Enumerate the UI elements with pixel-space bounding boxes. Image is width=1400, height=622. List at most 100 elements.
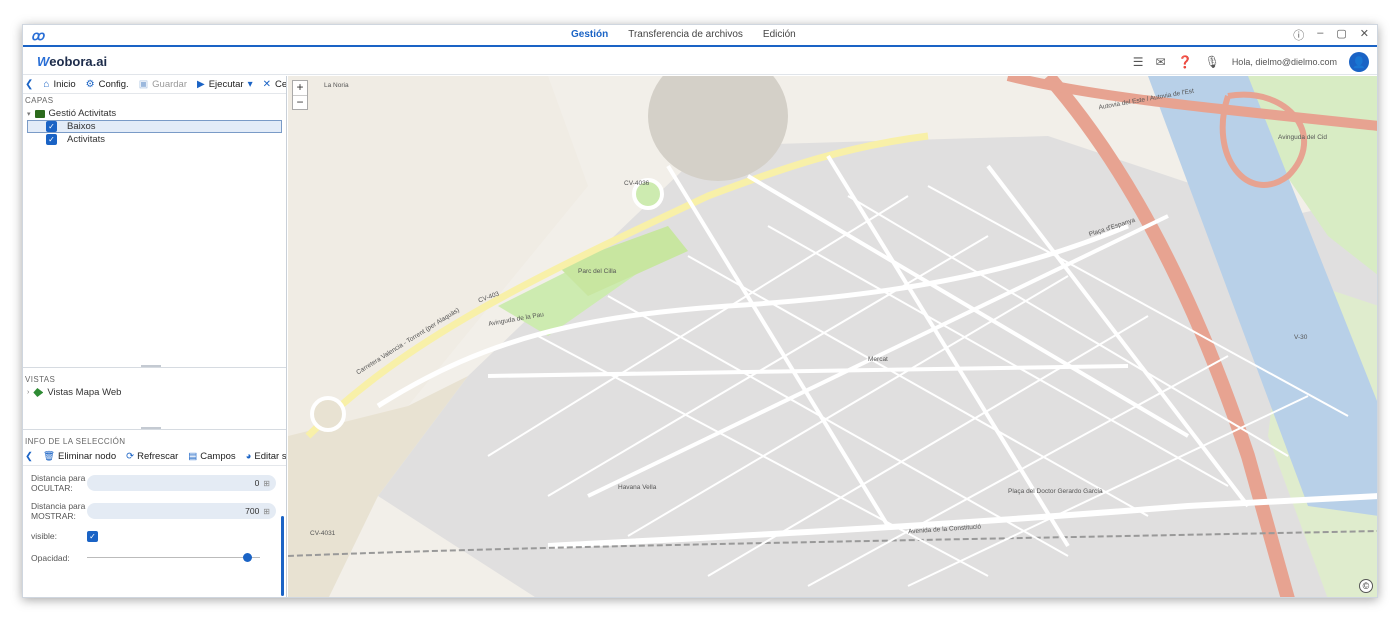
ocultar-field[interactable]: 0 ⊞ <box>87 475 276 491</box>
mostrar-label: Distancia para MOSTRAR: <box>31 501 86 521</box>
campos-label: Campos <box>200 451 236 462</box>
menu-icon[interactable]: ☰ <box>1133 55 1144 69</box>
help-icon[interactable]: ❓ <box>1178 55 1193 69</box>
layer-group[interactable]: ▾ Gestió Activitats <box>27 107 286 120</box>
microphone-icon[interactable]: 🎙 <box>1205 55 1220 69</box>
mostrar-value: 700 <box>245 506 260 516</box>
vistas-section: VISTAS › Vistas Mapa Web <box>23 373 286 429</box>
visible-checkbox[interactable]: ✓ <box>87 530 98 542</box>
opacidad-label: Opacidad: <box>31 553 70 563</box>
chevron-left-icon: ❮ <box>25 451 33 462</box>
layer-label-activitats: Activitats <box>67 134 106 145</box>
layer-item-baixos[interactable]: ✓ Baixos <box>27 120 282 133</box>
play-icon: ▶ <box>197 79 205 90</box>
zoom-out-button[interactable]: − <box>293 95 307 109</box>
slider-track <box>87 557 260 558</box>
selection-form: Distancia para OCULTAR: 0 ⊞ Distancia par… <box>23 466 286 569</box>
refrescar-label: Refrescar <box>137 451 179 462</box>
config-label: Config. <box>98 79 129 90</box>
layer-item-activitats[interactable]: ✓ Activitats <box>27 133 286 146</box>
visible-row: visible: ✓ <box>31 525 280 547</box>
panel-splitter[interactable] <box>23 427 286 435</box>
zoom-in-button[interactable]: + <box>293 81 307 95</box>
opacity-slider[interactable] <box>87 551 260 565</box>
guardar-button[interactable]: ▣ Guardar <box>139 79 187 90</box>
ejecutar-label: Ejecutar <box>208 79 244 90</box>
main-toolbar: ❮ ⌂ Inicio ⚙ Config. ▣ Guardar ▶ Ejecutar ▾ ✕… <box>23 76 286 94</box>
app-window: ꝏ Gestión Transferencia de archivos Edic… <box>22 24 1378 598</box>
copyright-icon[interactable]: © <box>1359 579 1373 593</box>
brand-text: eobora.ai <box>49 54 108 69</box>
app-header: Weobora.ai ☰ ✉ ❓ 🎙 Hola, dielmo@dielmo.c… <box>23 49 1377 75</box>
trash-icon: 🗑 <box>42 451 56 462</box>
minimize-button[interactable]: – <box>1317 27 1323 43</box>
map-label: V-30 <box>1294 334 1308 341</box>
vistas-tree: › Vistas Mapa Web <box>23 386 286 399</box>
layers-tree: ▾ Gestió Activitats ✓ Baixos ✓ Activitat… <box>23 107 286 146</box>
title-bar: ꝏ Gestión Transferencia de archivos Edic… <box>23 25 1377 47</box>
map-label: Havana Vella <box>618 484 657 491</box>
info-toolbar: ❮ 🗑 Eliminar nodo ⟳ Refrescar ▤ Campos ◕ Edi… <box>23 448 286 466</box>
tab-edicion[interactable]: Edición <box>763 29 796 40</box>
close-button[interactable]: ✕ <box>1360 27 1369 43</box>
brand-mark: W <box>37 54 50 69</box>
vista-item[interactable]: › Vistas Mapa Web <box>27 386 286 399</box>
palette-icon: ◕ <box>245 451 252 462</box>
zoom-control: + − <box>292 80 308 110</box>
brand-logo[interactable]: Weobora.ai <box>37 54 107 69</box>
map-view[interactable]: + − La Noria Carretera Valencia - Torren… <box>288 76 1377 597</box>
panel-scrollbar[interactable] <box>281 516 284 596</box>
info-prev-arrow[interactable]: ❮ <box>25 451 33 462</box>
save-icon: ▣ <box>138 79 149 90</box>
mostrar-field[interactable]: 700 ⊞ <box>87 503 276 519</box>
chevron-left-icon: ❮ <box>25 79 34 90</box>
ocultar-row: Distancia para OCULTAR: 0 ⊞ <box>31 469 280 497</box>
slider-knob[interactable] <box>243 553 252 562</box>
app-logo-icon: ꝏ <box>31 28 45 43</box>
ejecutar-button[interactable]: ▶ Ejecutar ▾ <box>197 79 253 90</box>
layers-section: CAPAS ▾ Gestió Activitats ✓ Baixos ✓ Act… <box>23 94 286 367</box>
main-tabs: Gestión Transferencia de archivos Edició… <box>571 29 796 40</box>
window-controls: ⓘ – ▢ ✕ <box>1293 27 1369 43</box>
binoculars-icon: ⌂ <box>43 79 50 90</box>
left-panel: ❮ ⌂ Inicio ⚙ Config. ▣ Guardar ▶ Ejecutar ▾ ✕… <box>23 76 287 597</box>
ruler-icon: ⊞ <box>263 506 270 516</box>
ocultar-label: Distancia para OCULTAR: <box>31 473 86 493</box>
opacidad-row: Opacidad: <box>31 547 280 569</box>
layer-label-baixos: Baixos <box>67 121 96 132</box>
panel-splitter[interactable] <box>23 365 286 373</box>
inicio-label: Inicio <box>53 79 76 90</box>
info-icon[interactable]: ⓘ <box>1293 27 1304 43</box>
tab-gestion[interactable]: Gestión <box>571 29 608 40</box>
checkbox-activitats[interactable]: ✓ <box>46 134 57 145</box>
avatar[interactable]: 👤 <box>1349 52 1369 72</box>
vista-item-label: Vistas Mapa Web <box>47 387 122 398</box>
map-canvas <box>288 76 1377 597</box>
refresh-icon: ⟳ <box>126 451 135 462</box>
toolbar-prev-arrow[interactable]: ❮ <box>25 79 33 90</box>
inicio-button[interactable]: ⌂ Inicio <box>43 79 75 90</box>
config-button[interactable]: ⚙ Config. <box>86 79 129 90</box>
campos-button[interactable]: ▤ Campos <box>188 451 235 462</box>
map-view-icon <box>33 388 44 397</box>
checkbox-baixos[interactable]: ✓ <box>46 121 57 132</box>
eliminar-nodo-button[interactable]: 🗑 Eliminar nodo <box>43 451 116 462</box>
editar-simbologia-button[interactable]: ◕Editar simbología <box>246 451 286 462</box>
map-label: Mercat <box>868 356 888 363</box>
close-icon: ✕ <box>262 79 271 90</box>
info-section-title: INFO DE LA SELECCIÓN <box>25 437 126 446</box>
layers-section-title: CAPAS <box>25 96 54 105</box>
ruler-icon: ⊞ <box>263 478 270 488</box>
mail-icon[interactable]: ✉ <box>1156 55 1166 69</box>
cerrar-label: Cer <box>275 79 286 90</box>
refrescar-button[interactable]: ⟳ Refrescar <box>126 451 178 462</box>
map-label: Parc del Cilla <box>578 268 617 275</box>
map-label: CV-4031 <box>310 530 336 537</box>
caret-icon[interactable]: ▾ <box>27 110 31 118</box>
chevron-down-icon: ▾ <box>247 79 253 90</box>
cerrar-button[interactable]: ✕Cer❯ <box>263 79 286 90</box>
map-label: Avinguda del Cid <box>1278 134 1328 141</box>
caret-icon[interactable]: › <box>27 389 29 396</box>
maximize-button[interactable]: ▢ <box>1336 27 1346 43</box>
tab-transferencia[interactable]: Transferencia de archivos <box>628 29 743 40</box>
